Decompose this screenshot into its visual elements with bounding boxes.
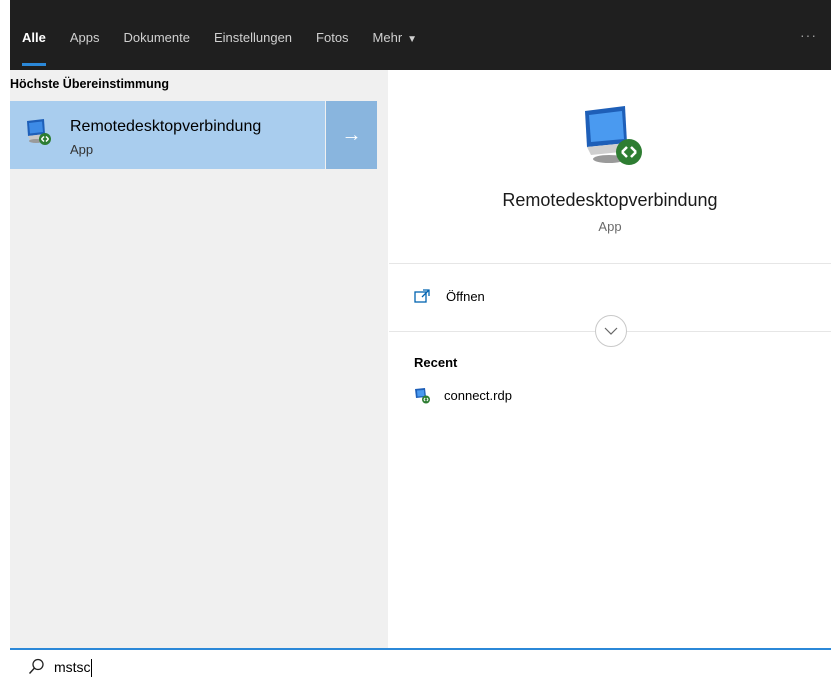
- open-label: Öffnen: [446, 288, 485, 304]
- search-scope-bar: Alle Apps Dokumente Einstellungen Fotos …: [10, 0, 831, 70]
- best-match-item: Remotedesktopverbindung App →: [10, 101, 377, 169]
- divider: [389, 263, 831, 264]
- remote-desktop-icon: [27, 119, 51, 145]
- app-title: Remotedesktopverbindung: [502, 190, 718, 210]
- chevron-down-icon: [604, 327, 618, 335]
- scope-tabs: Alle Apps Dokumente Einstellungen Fotos …: [10, 0, 429, 70]
- best-match-result[interactable]: Remotedesktopverbindung App: [10, 101, 325, 169]
- recent-header: Recent: [414, 355, 458, 370]
- app-subtitle: App: [598, 219, 622, 234]
- tab-alle[interactable]: Alle: [10, 0, 58, 70]
- show-more-button[interactable]: [595, 315, 627, 347]
- search-input[interactable]: mstsc: [54, 656, 91, 678]
- tab-fotos[interactable]: Fotos: [304, 0, 361, 70]
- rdp-file-icon: [415, 387, 430, 403]
- results-pane: Höchste Übereinstimmung Remotedesktopver…: [10, 70, 388, 648]
- more-options-button[interactable]: ···: [800, 0, 817, 70]
- best-match-subtitle: App: [70, 142, 94, 157]
- recent-item-label: connect.rdp: [444, 387, 512, 403]
- tab-einstellungen[interactable]: Einstellungen: [202, 0, 304, 70]
- remote-desktop-icon: [585, 106, 642, 165]
- tab-apps[interactable]: Apps: [58, 0, 112, 70]
- tab-dokumente[interactable]: Dokumente: [111, 0, 201, 70]
- open-action[interactable]: Öffnen: [414, 286, 485, 306]
- open-icon: [414, 289, 430, 303]
- best-match-header: Höchste Übereinstimmung: [10, 77, 170, 91]
- tab-mehr[interactable]: Mehr ▼: [361, 0, 430, 70]
- recent-item[interactable]: connect.rdp: [414, 385, 512, 405]
- arrow-right-icon: →: [341, 123, 362, 146]
- text-cursor: [91, 659, 92, 677]
- best-match-title: Remotedesktopverbindung: [70, 118, 262, 135]
- caret-down-icon: ▼: [407, 34, 418, 45]
- expand-details-button[interactable]: →: [326, 101, 377, 169]
- search-icon: [28, 658, 44, 674]
- preview-pane: Remotedesktopverbindung App Öffnen Recen…: [389, 79, 831, 648]
- search-box[interactable]: mstsc: [10, 648, 831, 684]
